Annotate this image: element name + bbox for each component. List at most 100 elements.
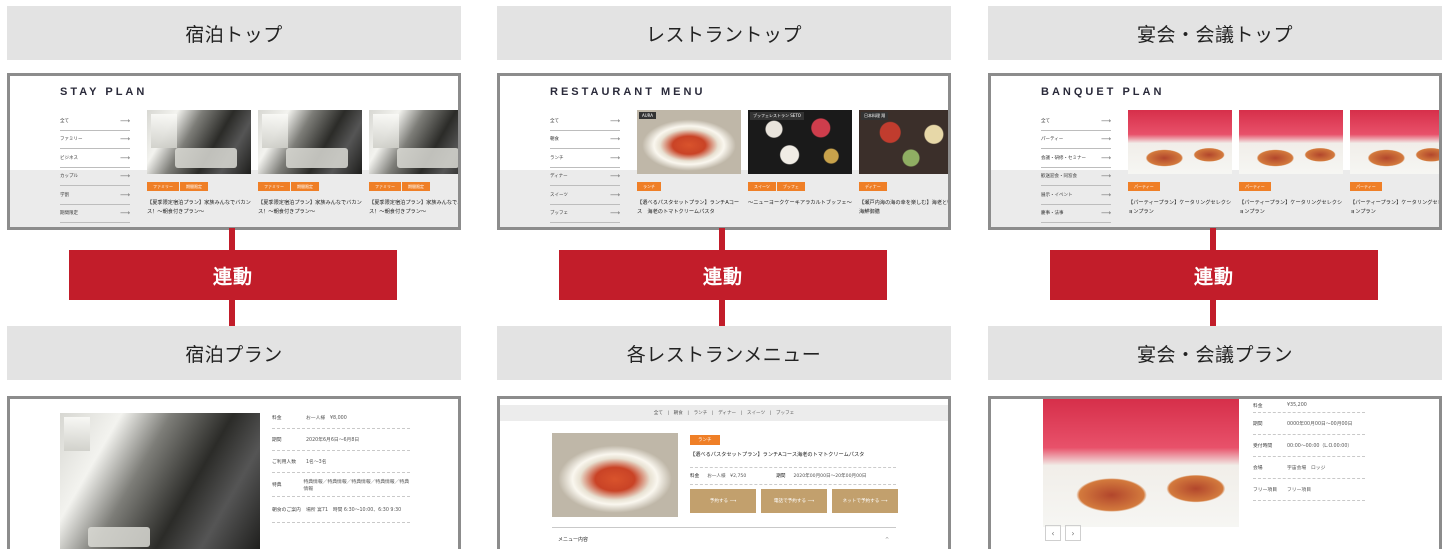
connector-line [1210, 228, 1216, 250]
phone-reserve-button[interactable]: 電話で予約する ⟶ [761, 489, 827, 513]
restaurant-tag: AURA [639, 112, 657, 119]
shrimp-pasta-image: AURA [637, 110, 741, 174]
arrow-right-icon: ⟶ [1100, 135, 1111, 144]
card-title: 【パーティープラン】ケータリングセレクションプラン [1350, 200, 1442, 215]
prev-arrow-button[interactable]: ‹ [1045, 525, 1061, 541]
category-badge: ディナー [859, 182, 887, 191]
arrow-right-icon: ⟶ [609, 209, 620, 218]
arrow-right-icon: ⟶ [1100, 153, 1111, 162]
card-title: 【夏季限定宿泊プラン】家族みんなでバカンス！〜朝食付きプラン〜 [258, 200, 362, 215]
category-item: ディナー ⟶ [550, 168, 620, 186]
section-title: STAY PLAN [60, 86, 148, 98]
category-badge: 期間限定 [291, 182, 319, 191]
card-title: 【夏季限定宿泊プラン】家族みんなでバカンス！〜朝食付きプラン〜 [147, 200, 251, 215]
section-title: RESTAURANT MENU [550, 86, 706, 98]
category-badge: 期間限定 [402, 182, 430, 191]
banquet-card: パーティー 【パーティープラン】ケータリングセレクションプラン [1239, 110, 1343, 217]
category-item: 歓送迎会・同窓会 ⟶ [1041, 168, 1111, 186]
category-item: 慶事・法事 ⟶ [1041, 205, 1111, 223]
plan-card: ファミリー期間限定 【夏季限定宿泊プラン】家族みんなでバカンス！〜朝食付きプラン… [369, 110, 458, 217]
restaurant-top-header: レストラントップ [497, 6, 951, 60]
category-badge: ファミリー [258, 182, 290, 191]
arrow-right-icon: ⟶ [119, 172, 130, 181]
connector-line [1210, 300, 1216, 326]
category-badge: ランチ [690, 435, 720, 445]
stay-plan-screenshot: 料金 お一人様 ¥8,000 期間 2020年6月6日〜6月8日 ご利用人数 1名〜3… [7, 396, 461, 549]
price-row: 料金 お一人様 ¥2,750 期間 2020年00月00日〜20年00月00日 [690, 467, 896, 485]
net-reserve-button[interactable]: ネットで予約する ⟶ [832, 489, 898, 513]
menu-accordion[interactable]: メニュー内容 ⌃ [552, 527, 896, 549]
next-arrow-button[interactable]: › [1065, 525, 1081, 541]
arrow-right-icon: ⟶ [1100, 190, 1111, 199]
arrow-right-icon: ⟶ [880, 498, 888, 504]
arrow-right-icon: ⟶ [609, 116, 620, 125]
category-item: ビジネス ⟶ [60, 149, 130, 168]
category-item: 朝食 ⟶ [550, 131, 620, 149]
connector-line [719, 228, 725, 250]
category-badge: パーティー [1350, 182, 1382, 191]
category-item: 展示・イベント ⟶ [1041, 186, 1111, 205]
stay-top-header: 宿泊トップ [7, 6, 461, 60]
info-row: フリー項目 フリー項目 [1253, 479, 1365, 501]
banquet-top-screenshot: BANQUET PLAN 全て ⟶ パーティー ⟶ 会議・研修・セミナー ⟶ 歓送迎会… [988, 73, 1442, 230]
link-label: 連動 [559, 250, 887, 300]
category-item: カップル ⟶ [60, 168, 130, 186]
info-row: 料金 お一人様 ¥8,000 [272, 407, 410, 429]
party-image [1350, 110, 1439, 174]
arrow-right-icon: ⟶ [1100, 209, 1111, 218]
card-title: 【選べるパスタセットプラン】ランチAコース 海老のトマトクリームパスタ [637, 200, 740, 215]
arrow-right-icon: ⟶ [609, 190, 620, 199]
arrow-right-icon: ⟶ [119, 209, 130, 218]
plan-card: ファミリー期間限定 【夏季限定宿泊プラン】家族みんなでバカンス！〜朝食付きプラン… [147, 110, 251, 217]
category-item: スイーツ ⟶ [550, 186, 620, 205]
banquet-top-header: 宴会・会議トップ [988, 6, 1442, 60]
menu-card: 日本料理 翔 ディナー 【瀬戸内海の海の幸を楽しむ】海老と牡蠣の海鮮御膳 [859, 110, 951, 217]
restaurant-top-screenshot: RESTAURANT MENU 全て ⟶ 朝食 ⟶ ランチ ⟶ ディナー ⟶ スイーツ ⟶… [497, 73, 951, 230]
arrow-right-icon: ⟶ [119, 153, 130, 162]
category-nav: 全て | 朝食 | ランチ | ディナー | スイーツ | ブッフェ [500, 405, 948, 421]
arrow-right-icon: ⟶ [1100, 172, 1111, 181]
category-badge: ファミリー [369, 182, 401, 191]
category-badge: スイーツ [748, 182, 776, 191]
info-row: 期間 2020年6月6日〜6月8日 [272, 429, 410, 451]
banquet-bottom-header: 宴会・会議プラン [988, 326, 1442, 380]
card-title: 【瀬戸内海の海の幸を楽しむ】海老と牡蠣の海鮮御膳 [859, 200, 951, 215]
card-title: 〜ニューヨークケーキアラカルトブッフェ〜 [748, 200, 852, 206]
category-list: 全て ⟶ パーティー ⟶ 会議・研修・セミナー ⟶ 歓送迎会・同窓会 ⟶ 展示・イベント… [1041, 112, 1111, 223]
category-item: 会議・研修・セミナー ⟶ [1041, 149, 1111, 168]
category-item: 学割 ⟶ [60, 186, 130, 205]
category-item: パーティー ⟶ [1041, 131, 1111, 149]
link-label: 連動 [1050, 250, 1378, 300]
menu-title: 【選べるパスタセットプラン】ランチAコース海老のトマトクリームパスタ [690, 452, 865, 458]
restaurant-bottom-header: 各レストランメニュー [497, 326, 951, 380]
info-row: 特典 特典情報／特典情報／特典情報／特典情報／特典情報 [272, 473, 410, 497]
reserve-button[interactable]: 予約する ⟶ [690, 489, 756, 513]
info-row: 会場 宇宙会場 ロッジ [1253, 457, 1365, 479]
connector-line [719, 300, 725, 326]
info-row: 受付時間 00:00〜00:00（L.O.00:00） [1253, 435, 1365, 457]
restaurant-tag: 日本料理 翔 [861, 112, 889, 120]
column-banquet: 宴会・会議トップ BANQUET PLAN 全て ⟶ パーティー ⟶ 会議・研修・セ… [988, 0, 1442, 549]
category-badge: パーティー [1128, 182, 1160, 191]
hotel-room-image [369, 110, 458, 174]
arrow-right-icon: ⟶ [729, 498, 737, 504]
buffet-image: ブッフェレストラン SETO [748, 110, 852, 174]
category-badge: ブッフェ [776, 182, 805, 191]
stay-top-screenshot: STAY PLAN 全て ⟶ ファミリー ⟶ ビジネス ⟶ カップル ⟶ 学割 ⟶ 期間限… [7, 73, 461, 230]
hotel-room-image [147, 110, 251, 174]
info-row: 料金 ¥35,200 [1253, 399, 1365, 413]
party-image [1128, 110, 1232, 174]
category-item: ファミリー ⟶ [60, 131, 130, 149]
banquet-card: パーティー 【パーティープラン】ケータリングセレクションプラン [1350, 110, 1442, 217]
category-item: 全て ⟶ [550, 112, 620, 131]
stay-bottom-header: 宿泊プラン [7, 326, 461, 380]
category-item: 全て ⟶ [60, 112, 130, 131]
plan-info-table: 料金 お一人様 ¥8,000 期間 2020年6月6日〜6月8日 ご利用人数 1名〜3… [272, 407, 410, 549]
plan-card: ファミリー期間限定 【夏季限定宿泊プラン】家族みんなでバカンス！〜朝食付きプラン… [258, 110, 362, 217]
connector-line [229, 228, 235, 250]
arrow-right-icon: ⟶ [1100, 116, 1111, 125]
link-label: 連動 [69, 250, 397, 300]
category-item: ブッフェ ⟶ [550, 205, 620, 223]
banquet-card: パーティー 【パーティープラン】ケータリングセレクションプラン [1128, 110, 1232, 217]
category-badge: パーティー [1239, 182, 1271, 191]
